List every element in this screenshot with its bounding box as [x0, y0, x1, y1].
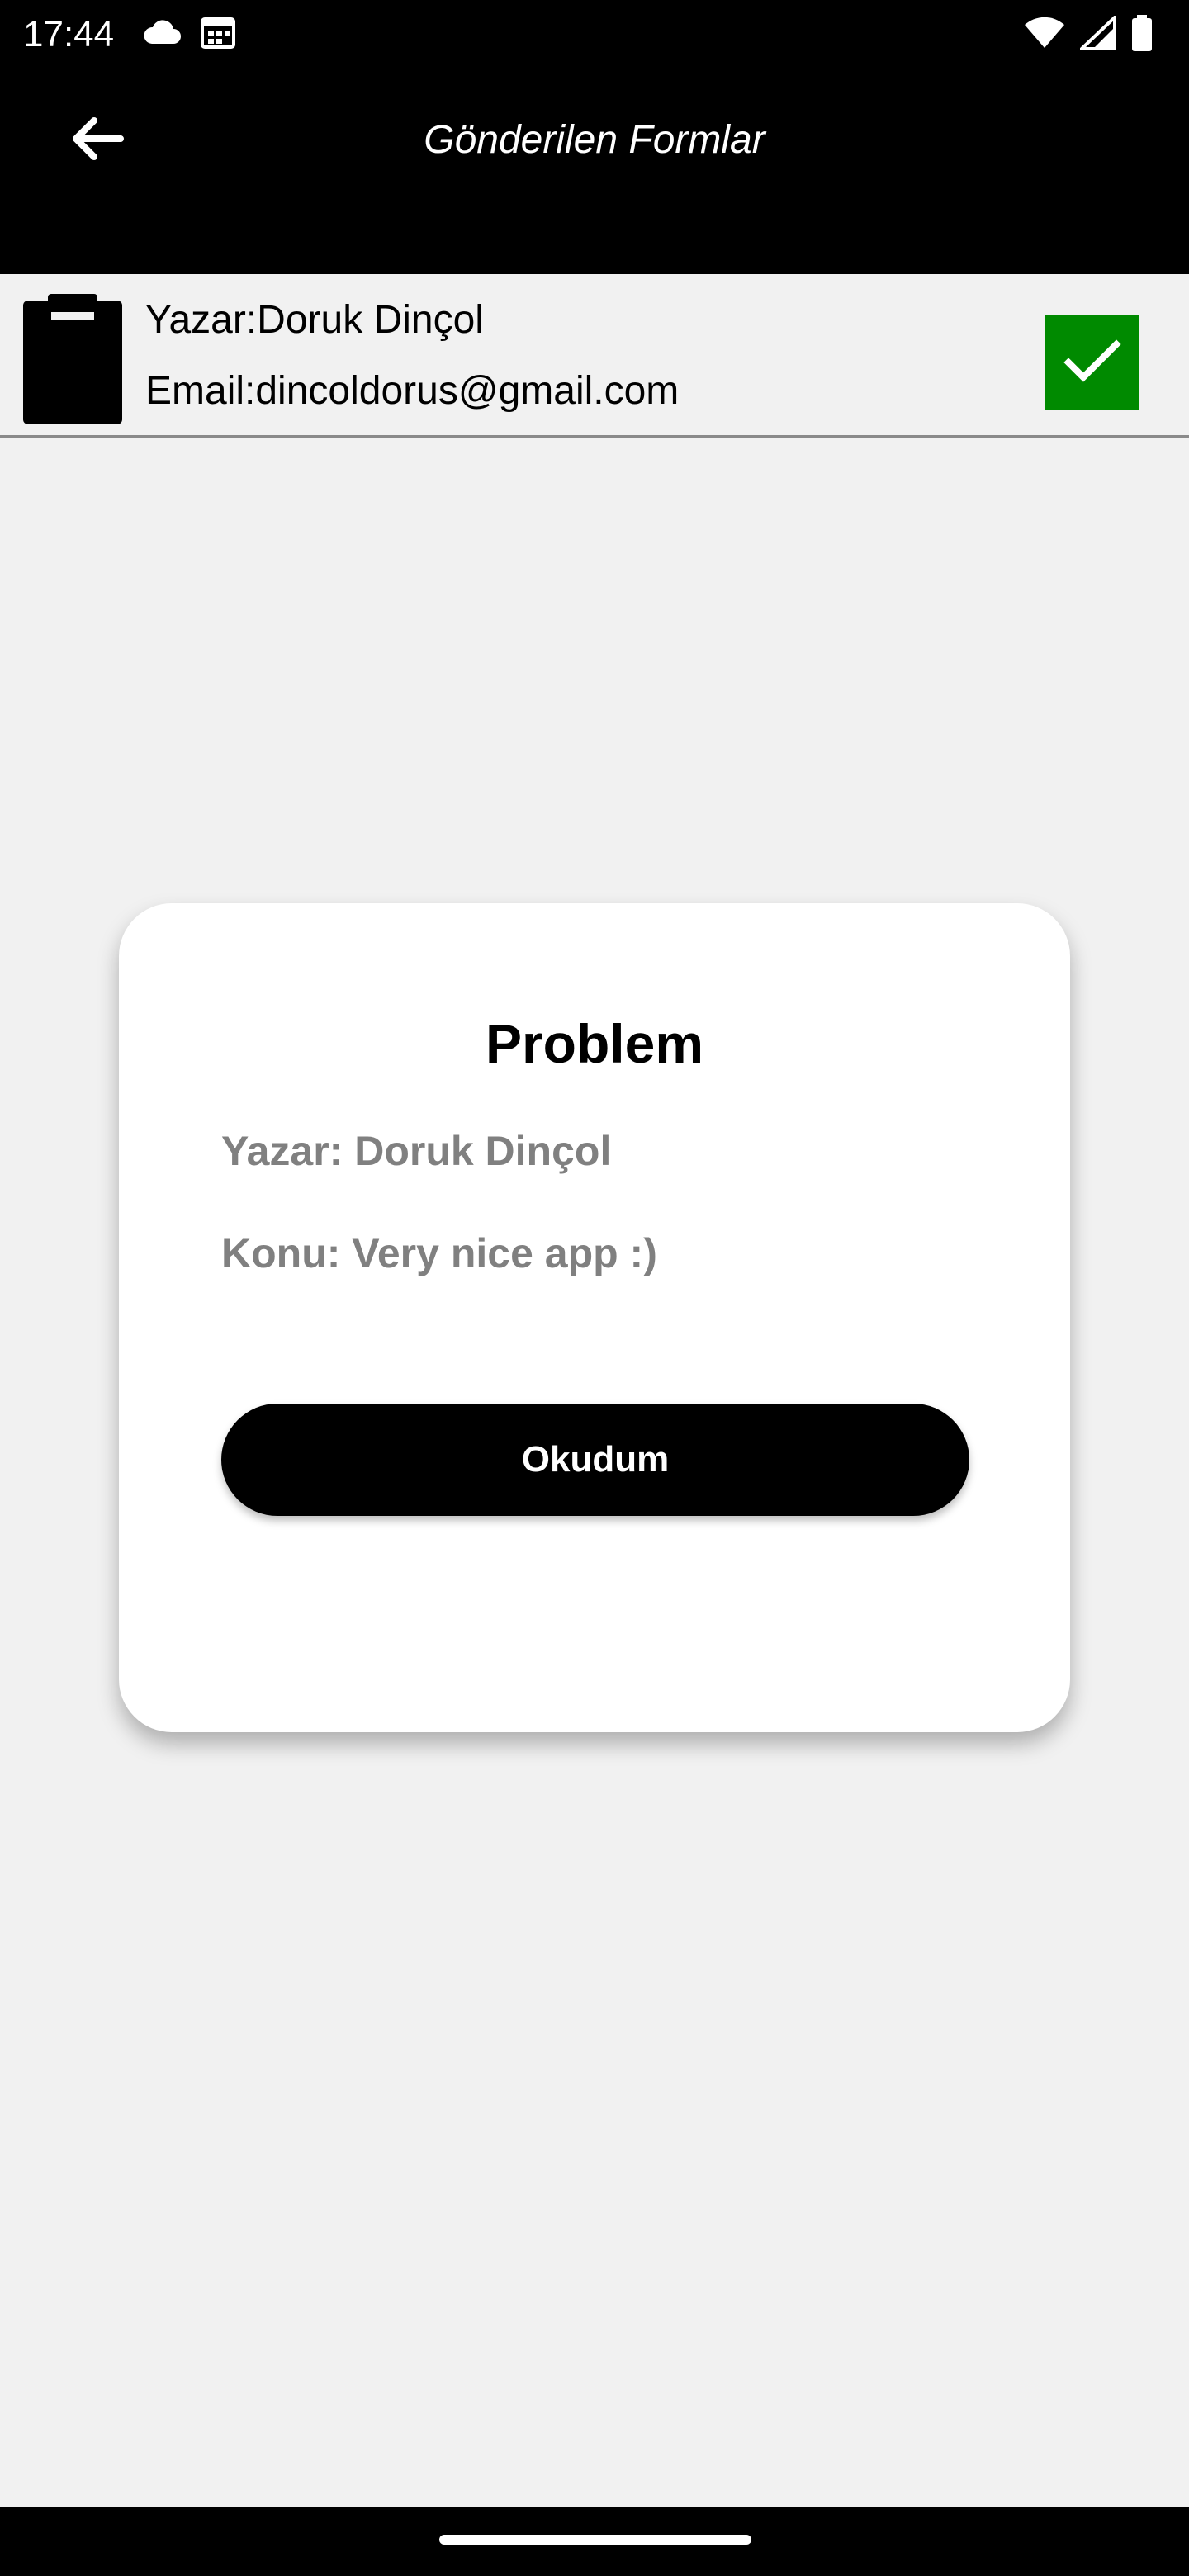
clipboard-icon	[21, 294, 124, 426]
status-check-button[interactable]	[1045, 315, 1139, 410]
cloud-icon	[142, 19, 182, 50]
checkmark-icon	[1063, 338, 1121, 388]
home-indicator[interactable]	[439, 2535, 751, 2545]
signal-icon	[1077, 13, 1116, 54]
list-item[interactable]: Yazar:Doruk Dinçol Email:dincoldorus@gma…	[0, 274, 1189, 438]
wifi-icon	[1024, 17, 1065, 54]
form-detail-dialog: Problem Yazar: Doruk Dinçol Konu: Very n…	[119, 903, 1070, 1732]
status-left-icons	[142, 15, 236, 54]
status-bar: 17:44	[0, 0, 1189, 69]
navigation-bar	[0, 2507, 1189, 2576]
status-right-icons	[1024, 13, 1153, 55]
calendar-icon	[200, 15, 236, 54]
app-bar	[0, 69, 1189, 274]
dialog-author: Yazar: Doruk Dinçol	[221, 1128, 612, 1174]
status-time: 17:44	[23, 14, 115, 54]
battery-icon	[1131, 15, 1153, 55]
list-item-author: Yazar:Doruk Dinçol	[145, 298, 484, 342]
list-item-email: Email:dincoldorus@gmail.com	[145, 369, 680, 413]
dialog-title: Problem	[485, 1013, 704, 1074]
page-title: Gönderilen Formlar	[424, 118, 765, 162]
dialog-subject: Konu: Very nice app :)	[221, 1230, 657, 1276]
okudum-button[interactable]: Okudum	[221, 1404, 969, 1516]
screen: 17:44 Gönderilen Formlar Yazar:Doruk Din…	[0, 0, 1189, 2576]
